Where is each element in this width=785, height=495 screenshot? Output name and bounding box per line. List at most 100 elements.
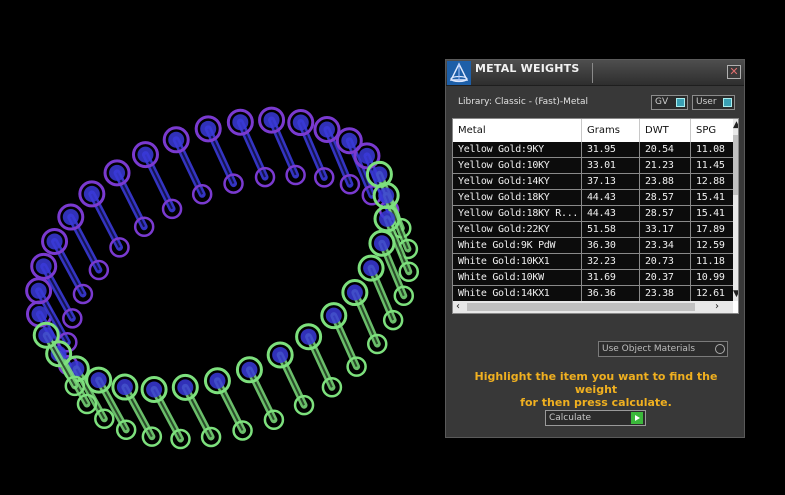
title-divider <box>592 63 593 83</box>
spg-cell: 11.08 <box>696 144 725 155</box>
metal-cell: White Gold:9K PdW <box>453 238 582 253</box>
ring-stone <box>341 132 358 149</box>
vertical-scroll-thumb[interactable] <box>733 135 738 195</box>
table-row[interactable]: Yellow Gold:22KY 51.58 33.17 17.89 <box>453 222 733 238</box>
ring-stone <box>272 346 289 363</box>
grams-cell: 36.30 <box>582 238 640 253</box>
dwt-cell: 20.73 <box>640 254 691 269</box>
grams-cell: 33.01 <box>582 158 640 173</box>
user-indicator-icon <box>723 98 732 107</box>
table-row[interactable]: Yellow Gold:18KY R... 44.43 28.57 15.41 <box>453 206 733 222</box>
tripod-cone-icon <box>447 61 471 85</box>
panel-titlebar[interactable]: METAL WEIGHTS ✕ <box>446 60 744 86</box>
ring-stone <box>346 284 363 301</box>
grams-cell: 37.13 <box>582 174 640 189</box>
ring-stone <box>325 307 342 324</box>
metal-cell: Yellow Gold:9KY <box>453 142 582 157</box>
table-row[interactable]: Yellow Gold:14KY 37.13 23.88 12.88 <box>453 174 733 190</box>
spg-cell: 15.41 <box>696 208 725 219</box>
user-toggle-button[interactable]: User <box>692 95 735 110</box>
dwt-cell: 23.34 <box>640 238 691 253</box>
scroll-right-icon[interactable]: › <box>715 302 719 312</box>
spg-cell: 15.41 <box>696 192 725 203</box>
metal-cell: Yellow Gold:18KY R... <box>453 206 582 221</box>
spg-cell: 11.45 <box>696 160 725 171</box>
table-row[interactable]: White Gold:14KX1 36.36 23.38 12.61 <box>453 286 733 302</box>
ring-stone <box>292 114 309 131</box>
instructions-line-1: Highlight the item you want to find the … <box>474 370 718 396</box>
column-header-metal[interactable]: Metal <box>453 119 582 142</box>
metal-cell: White Gold:10KX1 <box>453 254 582 269</box>
scroll-up-icon[interactable]: ▲ <box>733 121 738 130</box>
ring-stone <box>373 235 390 252</box>
metal-cell: White Gold:14KX1 <box>453 286 582 301</box>
vertical-scrollbar[interactable]: ▲ ▼ <box>733 119 738 301</box>
ring-stone <box>83 185 100 202</box>
table-row[interactable]: White Gold:9K PdW 36.30 23.34 12.59 <box>453 238 733 254</box>
ring-stone <box>241 361 258 378</box>
scroll-left-icon[interactable]: ‹ <box>456 302 460 312</box>
ring-stone <box>38 327 55 344</box>
metal-cell: Yellow Gold:18KY <box>453 190 582 205</box>
dwt-cell: 28.57 <box>640 206 691 221</box>
table-body: Yellow Gold:9KY 31.95 20.54 11.08 Yellow Gol… <box>453 142 733 313</box>
table-row[interactable]: Yellow Gold:9KY 31.95 20.54 11.08 <box>453 142 733 158</box>
instructions-text: Highlight the item you want to find the … <box>456 370 736 409</box>
gv-toggle-button[interactable]: GV <box>651 95 688 110</box>
ring-stone <box>318 121 335 138</box>
ring-stone <box>146 381 163 398</box>
column-header-grams[interactable]: Grams <box>582 119 640 142</box>
ring-stone <box>90 372 107 389</box>
table-row[interactable]: Yellow Gold:18KY 44.43 28.57 15.41 <box>453 190 733 206</box>
3d-viewport[interactable] <box>0 0 445 495</box>
ring-stone <box>379 210 396 227</box>
column-header-dwt[interactable]: DWT <box>640 119 691 142</box>
calculate-button[interactable]: Calculate <box>545 410 646 426</box>
metal-weights-panel: METAL WEIGHTS ✕ Library: Classic - (Fast… <box>445 59 745 438</box>
grams-cell: 36.36 <box>582 286 640 301</box>
horizontal-scrollbar[interactable]: ‹ › <box>453 301 733 313</box>
metal-cell: Yellow Gold:14KY <box>453 174 582 189</box>
ring-stone <box>177 379 194 396</box>
horizontal-scroll-thumb[interactable] <box>467 303 695 311</box>
ring-stone <box>46 233 63 250</box>
ring-stone <box>232 114 249 131</box>
ring-stone <box>358 147 375 164</box>
grams-cell: 32.23 <box>582 254 640 269</box>
column-header-spg[interactable]: SPG <box>691 119 733 142</box>
table-row[interactable]: White Gold:10KW 31.69 20.37 10.99 <box>453 270 733 286</box>
ring-stone <box>378 187 395 204</box>
gv-indicator-icon <box>676 98 685 107</box>
ring-stone <box>137 146 154 163</box>
grams-cell: 31.69 <box>582 270 640 285</box>
dwt-cell: 23.38 <box>640 286 691 301</box>
use-object-materials-label: Use Object Materials <box>602 344 696 354</box>
ring-stone <box>30 282 47 299</box>
dwt-cell: 28.57 <box>640 190 691 205</box>
use-object-materials-toggle[interactable]: Use Object Materials <box>598 341 728 357</box>
metal-cell: Yellow Gold:10KY <box>453 158 582 173</box>
spg-cell: 12.88 <box>696 176 725 187</box>
metal-cell: White Gold:10KW <box>453 270 582 285</box>
library-label: Library: Classic - (Fast)-Metal <box>458 97 589 107</box>
table-header: Metal Grams DWT SPG <box>453 119 733 142</box>
ring-stone <box>363 260 380 277</box>
dwt-cell: 21.23 <box>640 158 691 173</box>
table-row[interactable]: Yellow Gold:10KY 33.01 21.23 11.45 <box>453 158 733 174</box>
grams-cell: 51.58 <box>582 222 640 237</box>
ring-stone <box>200 120 217 137</box>
bracelet-model <box>25 106 420 450</box>
spg-cell: 12.61 <box>696 288 725 299</box>
metal-cell: Yellow Gold:22KY <box>453 222 582 237</box>
ring-stone <box>263 112 280 129</box>
ring-stone <box>109 164 126 181</box>
scroll-down-icon[interactable]: ▼ <box>733 290 738 299</box>
spg-cell: 10.99 <box>696 272 725 283</box>
toggle-knob-icon <box>715 344 725 354</box>
spg-cell: 11.18 <box>696 256 725 267</box>
ring-stone <box>371 166 388 183</box>
table-row[interactable]: White Gold:10KX1 32.23 20.73 11.18 <box>453 254 733 270</box>
close-icon[interactable]: ✕ <box>727 65 741 79</box>
spg-cell: 12.59 <box>696 240 725 251</box>
play-arrow-icon <box>631 412 643 424</box>
